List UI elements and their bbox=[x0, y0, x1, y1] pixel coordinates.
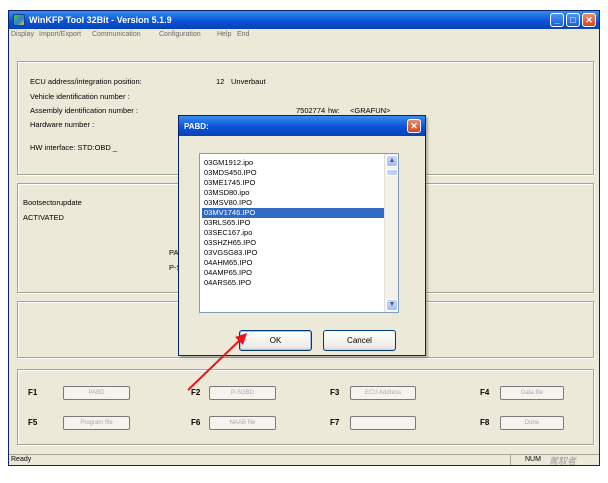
annotation-arrow bbox=[187, 333, 247, 391]
annotation-arrow-line bbox=[187, 338, 242, 391]
